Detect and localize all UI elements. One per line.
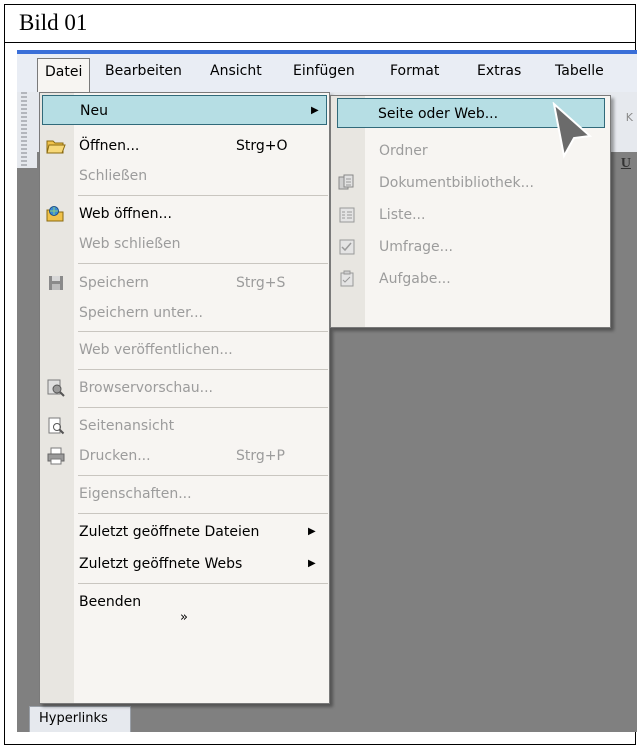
menu-item-browservorschau[interactable]: Browservorschau... bbox=[40, 373, 329, 403]
submenu-arrow-icon: ▶ bbox=[308, 526, 316, 537]
hyperlinks-tab[interactable]: Hyperlinks bbox=[29, 706, 131, 732]
menu-item-drucken[interactable]: Drucken... Strg+P bbox=[40, 441, 329, 471]
expand-menu-icon[interactable]: » bbox=[180, 610, 188, 625]
submenu-item-aufgabe[interactable]: Aufgabe... bbox=[331, 264, 610, 294]
document-library-icon bbox=[337, 174, 357, 192]
menu-bearbeiten[interactable]: Bearbeiten bbox=[105, 63, 182, 79]
menu-item-label: Beenden bbox=[79, 594, 142, 610]
submenu-item-dokumentbibliothek[interactable]: Dokumentbibliothek... bbox=[331, 168, 610, 198]
menu-item-zuletzt-webs[interactable]: Zuletzt geöffnete Webs ▶ bbox=[40, 549, 329, 579]
menu-item-label: Web öffnen... bbox=[79, 206, 172, 222]
menu-item-label: Web schließen bbox=[79, 236, 181, 252]
print-icon bbox=[46, 447, 66, 465]
menu-item-label: Dokumentbibliothek... bbox=[379, 175, 534, 191]
menu-item-label: Umfrage... bbox=[379, 239, 453, 255]
menu-item-shortcut: Strg+S bbox=[236, 275, 286, 291]
menu-separator bbox=[78, 475, 328, 476]
menu-item-label: Aufgabe... bbox=[379, 271, 451, 287]
menu-item-label: Neu bbox=[80, 103, 108, 119]
browser-preview-icon bbox=[46, 379, 66, 397]
menu-item-neu[interactable]: Neu ▶ bbox=[42, 95, 327, 125]
menu-item-label: Zuletzt geöffnete Webs bbox=[79, 556, 243, 572]
menu-item-label: Drucken... bbox=[79, 448, 151, 464]
menu-item-shortcut: Strg+P bbox=[236, 448, 285, 464]
menu-datei[interactable]: Datei bbox=[37, 58, 91, 92]
menu-item-label: Ordner bbox=[379, 143, 428, 159]
menu-separator bbox=[78, 369, 328, 370]
task-icon bbox=[337, 270, 357, 288]
menu-item-label: Eigenschaften... bbox=[79, 486, 192, 502]
menu-item-web-schliessen[interactable]: Web schließen bbox=[40, 229, 329, 259]
menu-einfuegen[interactable]: Einfügen bbox=[293, 63, 355, 79]
italic-button[interactable]: K bbox=[626, 111, 633, 124]
menu-item-zuletzt-dateien[interactable]: Zuletzt geöffnete Dateien ▶ bbox=[40, 517, 329, 547]
menu-item-schliessen[interactable]: Schließen bbox=[40, 161, 329, 191]
menu-item-label: Seitenansicht bbox=[79, 418, 175, 434]
menu-item-label: Schließen bbox=[79, 168, 148, 184]
submenu-arrow-icon: ▶ bbox=[308, 558, 316, 569]
menu-item-oeffnen[interactable]: Öffnen... Strg+O bbox=[40, 131, 329, 161]
menu-item-label: Liste... bbox=[379, 207, 426, 223]
menu-separator bbox=[78, 195, 328, 196]
menu-item-label: Öffnen... bbox=[79, 138, 140, 154]
menu-separator bbox=[78, 407, 328, 408]
menu-format[interactable]: Format bbox=[390, 63, 439, 79]
print-preview-icon bbox=[46, 417, 66, 435]
submenu-item-liste[interactable]: Liste... bbox=[331, 200, 610, 230]
menu-item-label: Browservorschau... bbox=[79, 380, 214, 396]
menu-separator bbox=[78, 583, 328, 584]
submenu-item-umfrage[interactable]: Umfrage... bbox=[331, 232, 610, 262]
menu-item-speichern-unter[interactable]: Speichern unter... bbox=[40, 298, 329, 328]
save-icon bbox=[46, 274, 66, 292]
menu-tabelle[interactable]: Tabelle bbox=[555, 63, 604, 79]
menu-item-label: Zuletzt geöffnete Dateien bbox=[79, 524, 260, 540]
menu-item-label: Web veröffentlichen... bbox=[79, 342, 233, 358]
datei-menu: Neu ▶ Öffnen... Strg+O Schließen Web öff… bbox=[39, 92, 330, 704]
underline-button[interactable]: U bbox=[621, 156, 631, 172]
menu-item-seitenansicht[interactable]: Seitenansicht bbox=[40, 411, 329, 441]
menu-item-web-oeffnen[interactable]: Web öffnen... bbox=[40, 199, 329, 229]
menu-item-eigenschaften[interactable]: Eigenschaften... bbox=[40, 479, 329, 509]
open-web-icon bbox=[46, 205, 66, 223]
menu-separator bbox=[78, 331, 328, 332]
figure-frame: Bild 01 Datei Bearbeiten Ansicht Einfüge… bbox=[4, 4, 637, 745]
open-folder-icon bbox=[46, 137, 66, 155]
list-icon bbox=[337, 206, 357, 224]
survey-icon bbox=[337, 238, 357, 256]
menu-item-label: Seite oder Web... bbox=[378, 106, 499, 122]
menu-extras[interactable]: Extras bbox=[477, 63, 521, 79]
figure-caption: Bild 01 bbox=[5, 5, 635, 43]
toolbar-strip bbox=[17, 152, 37, 168]
menu-ansicht[interactable]: Ansicht bbox=[210, 63, 262, 79]
submenu-arrow-icon: ▶ bbox=[311, 105, 319, 116]
menu-item-label: Speichern bbox=[79, 275, 149, 291]
toolbar-grip[interactable] bbox=[21, 92, 27, 168]
menu-item-web-veroeffentlichen[interactable]: Web veröffentlichen... bbox=[40, 335, 329, 365]
menu-item-label: Speichern unter... bbox=[79, 305, 203, 321]
menu-item-speichern[interactable]: Speichern Strg+S bbox=[40, 268, 329, 298]
mouse-cursor-icon bbox=[552, 102, 592, 159]
menu-bar: Datei Bearbeiten Ansicht Einfügen Format… bbox=[17, 54, 637, 92]
menu-item-shortcut: Strg+O bbox=[236, 138, 288, 154]
menu-separator bbox=[78, 263, 328, 264]
menu-separator bbox=[78, 513, 328, 514]
